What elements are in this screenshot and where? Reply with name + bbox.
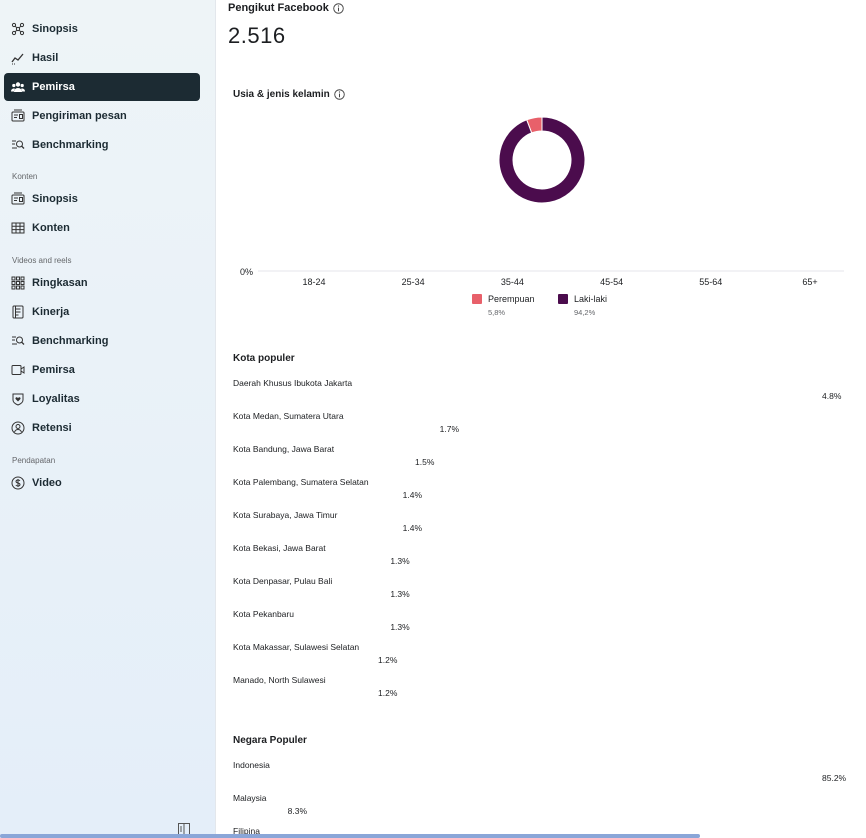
y-tick-label: 0% <box>240 267 253 277</box>
message-icon <box>10 108 26 124</box>
sidebar-item-main-hasil[interactable]: Hasil <box>4 44 200 72</box>
negara-populer-title: Negara Populer <box>233 735 307 746</box>
sidebar-item-label: Benchmarking <box>32 335 109 347</box>
shield-heart-icon <box>10 391 26 407</box>
x-tick-label: 18-24 <box>302 277 325 287</box>
sidebar-item-label: Video <box>32 477 62 489</box>
sidebar-item-main-sinopsis[interactable]: Sinopsis <box>4 15 200 43</box>
sidebar-item-label: Pemirsa <box>32 81 75 93</box>
country-name: Malaysia <box>233 793 267 803</box>
message-icon <box>10 191 26 207</box>
x-tick-label: 25-34 <box>402 277 425 287</box>
sidebar-item-label: Ringkasan <box>32 277 88 289</box>
city-value: 1.3% <box>390 622 410 632</box>
legend-item-laki-laki[interactable]: Laki-laki 94,2% <box>558 294 607 317</box>
city-value: 1.3% <box>390 556 410 566</box>
sidebar-item-videos-kinerja[interactable]: Kinerja <box>4 298 200 326</box>
collapse-sidebar-icon[interactable] <box>178 822 190 835</box>
city-name: Kota Surabaya, Jawa Timur <box>233 510 338 520</box>
city-name: Kota Bandung, Jawa Barat <box>233 444 335 454</box>
city-value: 1.5% <box>415 457 435 467</box>
person-circle-icon <box>10 420 26 436</box>
age-gender-title-text: Usia & jenis kelamin <box>233 89 330 100</box>
donut-slice-laki-laki[interactable] <box>498 116 586 204</box>
sidebar-item-label: Loyalitas <box>32 393 80 405</box>
sidebar-item-label: Benchmarking <box>32 139 109 151</box>
x-tick-label: 65+ <box>802 277 817 287</box>
country-name: Indonesia <box>233 760 270 770</box>
sidebar-item-label: Sinopsis <box>32 193 78 205</box>
sidebar-item-main-pengiriman-pesan[interactable]: Pengiriman pesan <box>4 102 200 130</box>
trend-icon <box>10 50 26 66</box>
city-value: 1.2% <box>378 655 398 665</box>
city-value: 1.7% <box>439 424 460 434</box>
horizontal-scrollbar[interactable] <box>0 834 700 838</box>
dollar-icon <box>10 475 26 491</box>
sidebar-item-label: Konten <box>32 222 70 234</box>
sidebar-item-label: Pengiriman pesan <box>32 110 127 122</box>
sidebar-item-videos-pemirsa[interactable]: Pemirsa <box>4 356 200 384</box>
city-value: 1.4% <box>402 490 423 500</box>
network-icon <box>10 21 26 37</box>
age-gender-title: Usia & jenis kelamin <box>233 89 345 100</box>
sidebar-item-pendapatan-video[interactable]: Video <box>4 469 200 497</box>
section-label-videos: Videos and reels <box>12 256 72 265</box>
x-tick-label: 55-64 <box>699 277 722 287</box>
sidebar-item-label: Pemirsa <box>32 364 75 376</box>
sidebar-item-label: Hasil <box>32 52 59 64</box>
legend-label: Perempuan <box>488 294 535 304</box>
country-value: 8.3% <box>287 806 308 816</box>
country-value: 85.2% <box>822 773 847 783</box>
city-value: 1.4% <box>402 523 423 533</box>
document-icon <box>10 304 26 320</box>
sidebar-item-main-pemirsa[interactable]: Pemirsa <box>4 73 200 101</box>
sidebar-item-videos-retensi[interactable]: Retensi <box>4 414 200 442</box>
people-icon <box>10 79 26 95</box>
section-label-konten: Konten <box>12 172 38 181</box>
legend-swatch <box>472 294 482 304</box>
city-value: 1.2% <box>378 688 398 698</box>
sidebar-item-videos-ringkasan[interactable]: Ringkasan <box>4 269 200 297</box>
city-value: 4.8% <box>822 391 842 401</box>
sidebar-item-videos-benchmarking[interactable]: Benchmarking <box>4 327 200 355</box>
followers-title-text: Pengikut Facebook <box>228 2 329 14</box>
sidebar-item-konten-konten[interactable]: Konten <box>4 214 200 242</box>
section-label-pendapatan: Pendapatan <box>12 456 56 465</box>
city-name: Daerah Khusus Ibukota Jakarta <box>233 378 353 388</box>
age-gender-chart: 0% 18-24 25-34 35-44 45-54 55-64 65+ <box>240 116 844 287</box>
sidebar-item-videos-loyalitas[interactable]: Loyalitas <box>4 385 200 413</box>
x-tick-label: 45-54 <box>600 277 623 287</box>
city-name: Kota Denpasar, Pulau Bali <box>233 576 333 586</box>
legend-item-perempuan[interactable]: Perempuan 5,8% <box>472 294 535 317</box>
followers-title: Pengikut Facebook <box>228 2 344 14</box>
sidebar-item-label: Kinerja <box>32 306 70 318</box>
city-name: Kota Makassar, Sulawesi Selatan <box>233 642 360 652</box>
followers-count: 2.516 <box>228 23 286 48</box>
dots-grid-icon <box>10 275 26 291</box>
x-tick-label: 35-44 <box>501 277 524 287</box>
sidebar-item-label: Retensi <box>32 422 72 434</box>
video-icon <box>10 362 26 378</box>
main-content: Pengikut Facebook 2.516 Usia & jenis kel… <box>216 0 866 838</box>
city-name: Kota Bekasi, Jawa Barat <box>233 543 326 553</box>
sidebar: Sinopsis Hasil Pemirsa Pengiriman pesan Benc… <box>0 0 216 838</box>
legend-label: Laki-laki <box>574 294 608 304</box>
city-value: 1.3% <box>390 589 410 599</box>
search-list-icon <box>10 333 26 349</box>
city-name: Kota Pekanbaru <box>233 609 294 619</box>
legend-percent: 94,2% <box>574 308 596 317</box>
city-name: Manado, North Sulawesi <box>233 675 326 685</box>
sidebar-item-konten-sinopsis[interactable]: Sinopsis <box>4 185 200 213</box>
city-name: Kota Medan, Sumatera Utara <box>233 411 344 421</box>
info-icon[interactable] <box>333 2 344 14</box>
sidebar-item-main-benchmarking[interactable]: Benchmarking <box>4 131 200 159</box>
kota-populer-title: Kota populer <box>233 353 295 364</box>
info-icon[interactable] <box>333 89 345 100</box>
sidebar-item-label: Sinopsis <box>32 23 78 35</box>
legend-percent: 5,8% <box>488 308 506 317</box>
legend-swatch <box>558 294 568 304</box>
search-list-icon <box>10 137 26 153</box>
city-name: Kota Palembang, Sumatera Selatan <box>233 477 369 487</box>
grid-icon <box>10 220 26 236</box>
